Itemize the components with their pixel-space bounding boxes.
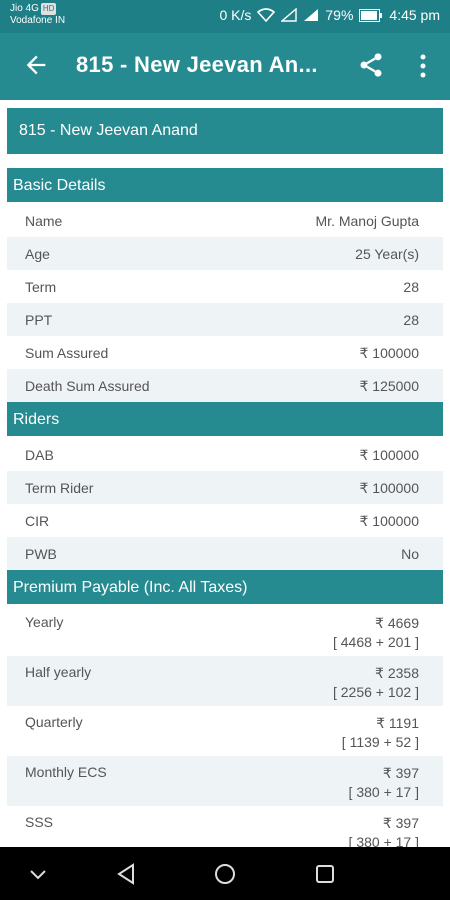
row-value: 25 Year(s) (355, 246, 419, 262)
more-vertical-icon[interactable] (414, 53, 432, 79)
page-title: 815 - New Jeevan An... (76, 52, 318, 77)
row-pwb: PWB No (7, 537, 443, 570)
row-label: CIR (25, 513, 50, 529)
row-label: Term Rider (25, 480, 94, 496)
premium-breakup: [ 1139 + 52 ] (341, 734, 419, 750)
chevron-down-icon[interactable] (28, 864, 48, 884)
row-value: ₹ 100000 (359, 513, 419, 529)
row-dab: DAB ₹ 100000 (7, 438, 443, 471)
row-sum-assured: Sum Assured ₹ 100000 (7, 336, 443, 369)
premium-label: SSS (25, 814, 54, 830)
clock: 4:45 pm (389, 7, 440, 23)
details-content[interactable]: 815 - New Jeevan Anand Basic Details Nam… (0, 100, 450, 847)
premium-value: ₹ 2358 [ 2256 + 102 ] (333, 664, 419, 702)
row-label: Death Sum Assured (25, 378, 150, 394)
row-label: Term (25, 279, 57, 295)
row-ppt: PPT 28 (7, 303, 443, 336)
premium-amount: ₹ 397 (382, 765, 419, 781)
row-value: Mr. Manoj Gupta (315, 213, 420, 229)
battery-percent: 79% (325, 7, 354, 23)
premium-row-monthly-ecs: Monthly ECS ₹ 397 [ 380 + 17 ] (7, 756, 443, 806)
system-nav-bar (0, 847, 450, 900)
row-cir: CIR ₹ 100000 (7, 504, 443, 537)
volte-badge: HD (40, 3, 57, 15)
premium-label: Half yearly (25, 664, 92, 680)
premium-row-half-yearly: Half yearly ₹ 2358 [ 2256 + 102 ] (7, 656, 443, 706)
section-riders: Riders (7, 402, 443, 436)
row-age: Age 25 Year(s) (7, 237, 443, 270)
premium-amount: ₹ 1191 (376, 715, 419, 731)
status-right: 0 K/s 79% 4:45 pm (219, 7, 440, 23)
row-death-sum-assured: Death Sum Assured ₹ 125000 (7, 369, 443, 402)
row-value: ₹ 100000 (359, 447, 419, 463)
share-icon[interactable] (357, 51, 385, 79)
row-value: ₹ 100000 (359, 345, 419, 361)
row-value: No (401, 546, 419, 562)
row-term-rider: Term Rider ₹ 100000 (7, 471, 443, 504)
row-value: 28 (403, 312, 419, 328)
net-speed: 0 K/s (219, 7, 252, 23)
premium-amount: ₹ 397 (382, 815, 419, 831)
premium-breakup: [ 2256 + 102 ] (332, 684, 419, 700)
battery-icon (359, 8, 383, 22)
carrier-line1: Jio 4G (10, 3, 39, 14)
signal-icon (281, 8, 298, 22)
row-label: DAB (25, 447, 54, 463)
row-label: Sum Assured (25, 345, 109, 361)
arrow-back-icon[interactable] (22, 51, 50, 79)
signal-icon-2 (304, 9, 319, 21)
square-recents-icon[interactable] (313, 862, 337, 886)
premium-row-yearly: Yearly ₹ 4669 [ 4468 + 201 ] (7, 606, 443, 656)
premium-value: ₹ 1191 [ 1139 + 52 ] (342, 714, 419, 752)
premium-breakup: [ 380 + 17 ] (348, 784, 419, 800)
premium-label: Quarterly (25, 714, 83, 730)
row-value: 28 (403, 279, 419, 295)
premium-row-quarterly: Quarterly ₹ 1191 [ 1139 + 52 ] (7, 706, 443, 756)
circle-home-icon[interactable] (213, 862, 237, 886)
row-value: ₹ 125000 (359, 378, 419, 394)
row-term: Term 28 (7, 270, 443, 303)
triangle-back-icon[interactable] (114, 862, 138, 886)
section-premium: Premium Payable (Inc. All Taxes) (7, 570, 443, 604)
premium-value: ₹ 397 [ 380 + 17 ] (349, 814, 419, 847)
status-bar: Jio 4G HD Vodafone IN 0 K/s 79% 4:45 pm (0, 0, 450, 33)
premium-breakup: [ 380 + 17 ] (348, 834, 419, 847)
carrier-line2: Vodafone IN (10, 15, 66, 26)
app-bar: 815 - New Jeevan An... (0, 33, 450, 100)
premium-value: ₹ 4669 [ 4468 + 201 ] (333, 614, 419, 652)
row-name: Name Mr. Manoj Gupta (7, 204, 443, 237)
row-label: Age (25, 246, 50, 262)
carrier-info: Jio 4G HD Vodafone IN (10, 3, 65, 27)
premium-row-sss: SSS ₹ 397 [ 380 + 17 ] (7, 806, 443, 847)
row-label: PPT (25, 312, 53, 328)
wifi-icon (257, 8, 276, 22)
premium-breakup: [ 4468 + 201 ] (332, 634, 419, 650)
section-basic-details: Basic Details (7, 168, 443, 202)
plan-title: 815 - New Jeevan Anand (7, 108, 443, 154)
premium-label: Yearly (25, 614, 64, 630)
premium-value: ₹ 397 [ 380 + 17 ] (349, 764, 419, 802)
premium-amount: ₹ 4669 (375, 615, 419, 631)
row-value: ₹ 100000 (359, 480, 419, 496)
premium-amount: ₹ 2358 (375, 665, 419, 681)
premium-label: Monthly ECS (25, 764, 107, 780)
row-label: PWB (25, 546, 57, 562)
row-label: Name (25, 213, 63, 229)
